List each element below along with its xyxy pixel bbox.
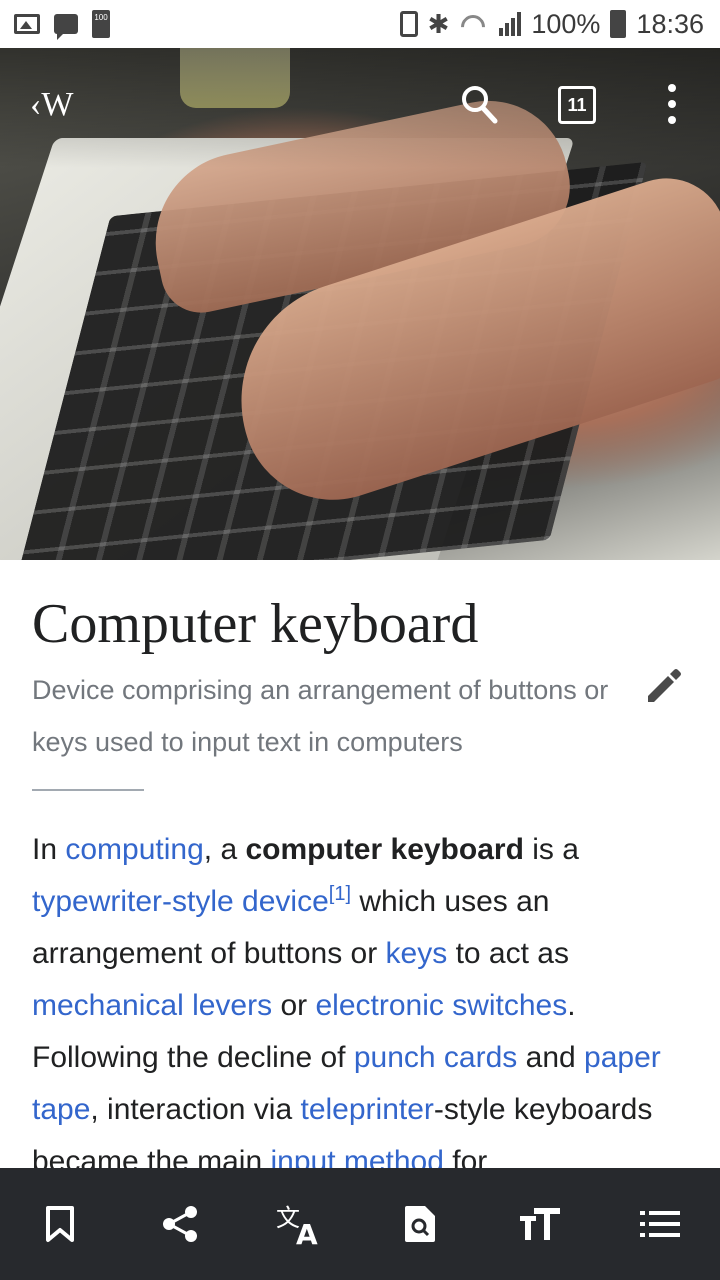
battery-lock-icon: [399, 11, 418, 37]
link-teleprinter[interactable]: teleprinter: [301, 1093, 434, 1126]
status-bar: 100 ✱ 100% 18:36: [0, 0, 720, 48]
page-title: Computer keyboard: [32, 593, 479, 655]
contents-icon: [640, 1211, 680, 1237]
link-keys[interactable]: keys: [386, 937, 448, 970]
translate-button[interactable]: 文A: [272, 1196, 328, 1252]
text-size-button[interactable]: [512, 1196, 568, 1252]
clock: 18:36: [636, 8, 704, 39]
bold-term: computer keyboard: [245, 833, 524, 866]
link-punch-cards[interactable]: punch cards: [354, 1041, 517, 1074]
share-button[interactable]: [152, 1196, 208, 1252]
translate-icon: 文A: [276, 1204, 318, 1246]
find-in-page-icon: [405, 1206, 435, 1242]
lead-image[interactable]: [0, 48, 720, 560]
battery-icon: [610, 10, 627, 38]
gallery-icon: [14, 14, 40, 34]
wikipedia-back-icon[interactable]: ‹W: [30, 86, 73, 124]
bottom-action-bar: 文A: [0, 1168, 720, 1280]
page-description: Device comprising an arrangement of butt…: [32, 675, 609, 757]
text-size-icon: [520, 1208, 560, 1240]
link-electronic-switches[interactable]: electronic switches: [315, 989, 567, 1022]
tabs-icon[interactable]: 11: [558, 86, 596, 124]
find-in-page-button[interactable]: [392, 1196, 448, 1252]
signal-icon: [499, 12, 522, 36]
bookmark-icon: [46, 1206, 74, 1242]
title-divider: [32, 789, 144, 791]
battery-percent: 100%: [531, 8, 601, 39]
more-options-icon[interactable]: [660, 84, 684, 124]
share-icon: [163, 1206, 197, 1242]
search-icon[interactable]: [460, 84, 498, 124]
battery-100-icon: 100: [92, 10, 110, 38]
edit-pencil-icon[interactable]: [642, 664, 686, 708]
message-icon: [54, 14, 78, 40]
contents-button[interactable]: [632, 1196, 688, 1252]
wifi-icon: [459, 13, 489, 35]
toolbar-shade: [0, 48, 720, 168]
article-body: In computing, a computer keyboard is a t…: [32, 833, 661, 1178]
link-mechanical-levers[interactable]: mechanical levers: [32, 989, 272, 1022]
tabs-count: 11: [567, 94, 587, 115]
bluetooth-icon: ✱: [427, 8, 450, 39]
bookmark-button[interactable]: [32, 1196, 88, 1252]
link-computing[interactable]: computing: [65, 833, 203, 866]
link-typewriter-style-device[interactable]: typewriter-style device: [32, 885, 329, 918]
svg-text:A: A: [296, 1218, 318, 1246]
reference-1[interactable]: [1]: [329, 883, 351, 905]
